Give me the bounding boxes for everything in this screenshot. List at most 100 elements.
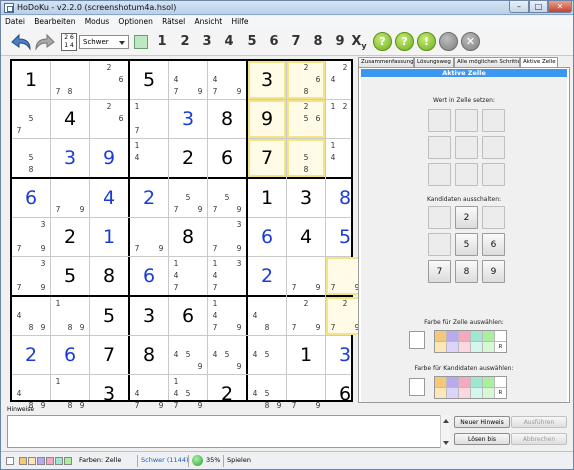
color-swatch[interactable] [435, 331, 446, 341]
filter-xy-button[interactable]: Xy [349, 33, 369, 51]
color-swatch[interactable] [447, 388, 458, 398]
filter-4-button[interactable]: 4 [221, 33, 237, 51]
status-color-swatch[interactable] [19, 457, 27, 465]
sudoku-cell[interactable]: 1 3 4 7 [208, 257, 246, 295]
sudoku-cell[interactable]: 6 [169, 297, 207, 335]
sudoku-cell[interactable]: 8 [90, 257, 128, 295]
filter-7-button[interactable]: 7 [288, 33, 304, 51]
sudoku-cell[interactable]: 5 [130, 61, 168, 99]
execute-step-icon[interactable] [439, 32, 458, 51]
menu-raetsel[interactable]: Rätsel [158, 16, 188, 26]
color-swatch[interactable] [483, 388, 494, 398]
exclude-candidate-5-button[interactable]: 5 [455, 233, 478, 256]
exclude-candidate-button[interactable] [482, 206, 505, 229]
show-next-step-icon[interactable]: ! [417, 32, 436, 51]
sudoku-cell[interactable]: 1 89 [51, 297, 89, 335]
color-swatch[interactable] [435, 377, 446, 387]
set-value-button[interactable] [482, 163, 505, 186]
sudoku-cell[interactable]: 3 7 9 [12, 257, 50, 295]
filter-9-button[interactable]: 9 [332, 33, 348, 51]
sudoku-cell[interactable]: 57 9 [169, 179, 207, 217]
sudoku-cell[interactable]: 6 [12, 179, 50, 217]
sudoku-cell[interactable]: 7 [248, 139, 286, 177]
generate-icon[interactable]: 2 6 1 4 [61, 33, 77, 51]
color-swatch[interactable] [471, 331, 482, 341]
sudoku-cell[interactable]: 2 56 [287, 100, 325, 138]
sudoku-cell[interactable]: 459 [208, 336, 246, 374]
sudoku-cell[interactable]: 4 [90, 179, 128, 217]
sudoku-cell[interactable]: 79 [287, 257, 325, 295]
undo-icon[interactable] [9, 32, 33, 52]
new-hint-button[interactable]: Neuer Hinweis [454, 416, 510, 428]
hint-concrete-icon[interactable]: ? [395, 32, 414, 51]
sudoku-cell[interactable]: 57 9 [208, 179, 246, 217]
redo-icon[interactable] [33, 32, 57, 52]
sudoku-cell[interactable]: 4 7 9 [208, 61, 246, 99]
tab-all-steps[interactable]: Alle möglichen Schritte [454, 57, 520, 67]
sudoku-cell[interactable]: 4 [287, 218, 325, 256]
color-swatch[interactable] [447, 331, 458, 341]
set-value-button[interactable] [428, 109, 451, 132]
color-swatch[interactable] [447, 377, 458, 387]
difficulty-select[interactable]: Schwer [79, 35, 129, 49]
sudoku-cell[interactable]: 79 [130, 218, 168, 256]
cancel-button[interactable]: Abbrechen [511, 433, 567, 445]
sudoku-cell[interactable]: 6 [130, 257, 168, 295]
reset-color-button[interactable]: R [495, 342, 506, 352]
sudoku-cell[interactable]: 459 [169, 336, 207, 374]
sudoku-cell[interactable]: 8 [169, 218, 207, 256]
exclude-candidate-9-button[interactable]: 9 [482, 260, 505, 283]
sudoku-cell[interactable]: 14 [130, 139, 168, 177]
menu-hilfe[interactable]: Hilfe [227, 16, 251, 26]
set-value-button[interactable] [482, 109, 505, 132]
set-value-button[interactable] [428, 163, 451, 186]
status-color-swatch[interactable] [55, 457, 63, 465]
set-value-button[interactable] [455, 136, 478, 159]
menu-ansicht[interactable]: Ansicht [191, 16, 226, 26]
filter-8-button[interactable]: 8 [310, 33, 326, 51]
color-swatch[interactable] [459, 342, 470, 352]
sudoku-cell[interactable]: 9 [90, 139, 128, 177]
sudoku-cell[interactable]: 1 [248, 179, 286, 217]
solve-until-button[interactable]: Lösen bis [454, 433, 510, 445]
sudoku-cell[interactable]: 489 [12, 297, 50, 335]
exclude-candidate-button[interactable] [428, 233, 451, 256]
sudoku-cell[interactable]: 1 [90, 218, 128, 256]
sudoku-cell[interactable]: 2 [169, 139, 207, 177]
color-swatch[interactable] [495, 377, 506, 387]
sudoku-cell[interactable]: 1 4 7 [169, 257, 207, 295]
color-swatch[interactable] [495, 331, 506, 341]
sudoku-cell[interactable]: 268 [287, 61, 325, 99]
sudoku-cell[interactable]: 2 7 9 [287, 297, 325, 335]
filter-1-button[interactable]: 1 [154, 33, 170, 51]
hints-scrollbar[interactable] [440, 415, 450, 448]
color-swatch[interactable] [471, 342, 482, 352]
minimize-button[interactable]: – [509, 1, 529, 13]
color-swatch[interactable] [471, 388, 482, 398]
tab-solution-path[interactable]: Lösungsweg [414, 57, 454, 67]
status-color-swatch[interactable] [37, 457, 45, 465]
color-swatch[interactable] [447, 342, 458, 352]
sudoku-cell[interactable]: 3 [51, 139, 89, 177]
sudoku-cell[interactable]: 8 [208, 100, 246, 138]
sudoku-cell[interactable]: 26 [90, 100, 128, 138]
color-swatch[interactable] [459, 331, 470, 341]
reset-color-button[interactable]: R [495, 388, 506, 398]
filter-6-button[interactable]: 6 [266, 33, 282, 51]
color-filter-button[interactable] [134, 35, 148, 49]
sudoku-cell[interactable]: 48 [248, 297, 286, 335]
color-swatch[interactable] [483, 331, 494, 341]
status-color-swatch[interactable] [46, 457, 54, 465]
exclude-candidate-7-button[interactable]: 7 [428, 260, 451, 283]
color-swatch[interactable] [459, 388, 470, 398]
status-color-swatch[interactable] [64, 457, 72, 465]
sudoku-cell[interactable]: 3 [169, 100, 207, 138]
maximize-button[interactable]: □ [529, 1, 548, 13]
set-value-button[interactable] [455, 109, 478, 132]
color-swatch[interactable] [483, 377, 494, 387]
sudoku-cell[interactable]: 6 [51, 336, 89, 374]
color-swatch[interactable] [471, 377, 482, 387]
sudoku-cell[interactable]: 4 [51, 100, 89, 138]
sudoku-cell[interactable]: 7 [90, 336, 128, 374]
sudoku-cell[interactable]: 2 [248, 257, 286, 295]
